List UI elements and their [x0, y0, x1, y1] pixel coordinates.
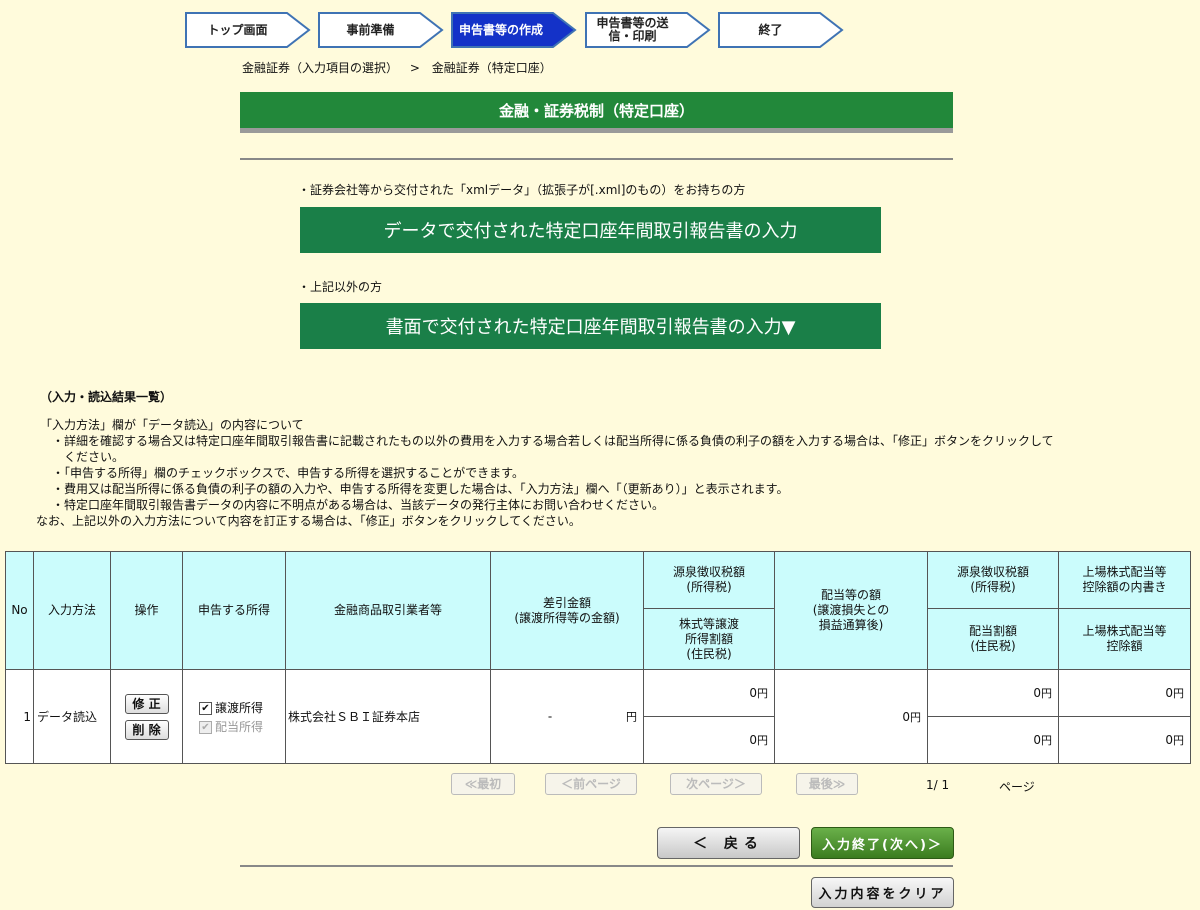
info-bullet-cont: ください。: [64, 450, 125, 464]
page-suffix: ページ: [999, 780, 1035, 794]
breadcrumb-current: 金融証券（特定口座）: [431, 61, 552, 75]
back-button[interactable]: ＜ 戻る: [657, 827, 800, 859]
cell-listed-dividend: 0: [1165, 686, 1173, 700]
col-transfer-resident-tax: 株式等譲渡 所得割額 (住民税): [643, 608, 775, 670]
first-page-button: ≪最初: [451, 773, 515, 795]
last-page-button: 最後≫: [796, 773, 858, 795]
step-label: トップ画面: [207, 22, 268, 37]
col-diff: 差引金額 (譲渡所得等の金額): [490, 551, 644, 670]
dividend-income-checkbox: ✔: [199, 720, 212, 734]
breadcrumb-separator: >: [409, 61, 420, 75]
info-bullet: ・「申告する所得」欄のチェックボックスで、申告する所得を選択することができます。: [52, 466, 524, 480]
delete-button[interactable]: 削 除: [124, 719, 169, 740]
yen-unit: 円: [910, 710, 921, 724]
col-withholding-income-tax-2: 源泉徴収税額 (所得税): [927, 551, 1059, 609]
step-label: 終了: [758, 22, 783, 37]
paper-input-button[interactable]: 書面で交付された特定口座年間取引報告書の入力▼: [300, 303, 881, 349]
yen-unit: 円: [757, 687, 768, 700]
cell-dividend: 0: [902, 709, 910, 724]
other-note: ・上記以外の方: [298, 280, 383, 294]
step-label: 事前準備: [346, 22, 395, 37]
result-table: No 入力方法 操作 申告する所得 金融商品取引業者等 差引金額 (譲渡所得等の…: [5, 551, 1191, 764]
cell-withholding-income-tax: 0: [749, 686, 757, 700]
step-label: 申告書等の作成: [458, 22, 543, 37]
col-income: 申告する所得: [182, 551, 286, 670]
masked-amount: [556, 707, 626, 726]
cell-withholding-income-tax-2: 0: [1033, 686, 1041, 700]
yen-unit: 円: [626, 710, 637, 723]
divider: [240, 158, 953, 160]
info-bullet: ・詳細を確認する場合又は特定口座年間取引報告書に記載されたもの以外の費用を入力す…: [52, 434, 1054, 448]
yen-unit: 円: [1041, 687, 1052, 700]
breadcrumb: 金融証券（入力項目の選択） > 金融証券（特定口座）: [242, 59, 560, 76]
page-indicator: 1/ 1: [926, 778, 950, 792]
info-tail: なお、上記以外の入力方法について内容を訂正する場合は、「修正」ボタンをクリックし…: [36, 514, 581, 528]
page-title: 金融・証券税制（特定口座）: [240, 92, 953, 133]
breadcrumb-item: 金融証券（入力項目の選択）: [242, 61, 399, 75]
table-row: 1 データ読込 修 正 削 除 ✔ 譲渡所得 ✔ 配当所得 株式会社ＳＢＩ証券本店 …: [5, 669, 1191, 764]
cell-method: データ読込: [33, 669, 111, 764]
yen-unit: 円: [1173, 734, 1184, 747]
col-no: No: [5, 551, 34, 670]
col-withholding-income-tax: 源泉徴収税額 (所得税): [643, 551, 775, 609]
result-section-title: （入力・読込結果一覧）: [40, 390, 173, 404]
divider: [240, 865, 953, 867]
prev-page-button: ＜前ページ: [545, 773, 637, 795]
dividend-income-label: 配当所得: [215, 719, 264, 734]
transfer-income-option[interactable]: ✔ 譲渡所得: [199, 699, 285, 716]
cell-listed-dividend-deduction: 0: [1165, 733, 1173, 747]
yen-unit: 円: [1173, 687, 1184, 700]
dividend-income-option: ✔ 配当所得: [199, 718, 285, 735]
transfer-income-label: 譲渡所得: [215, 700, 264, 715]
step-label: 申告書等の送信・印刷: [596, 16, 669, 43]
col-broker: 金融商品取引業者等: [285, 551, 491, 670]
col-dividend-resident-tax: 配当割額 (住民税): [927, 608, 1059, 670]
col-dividend: 配当等の額 (譲渡損失との 損益通算後): [774, 551, 928, 670]
col-ops: 操作: [110, 551, 183, 670]
cell-no: 1: [5, 669, 34, 764]
info-head: 「入力方法」欄が「データ読込」の内容について: [40, 418, 304, 432]
info-notes: 「入力方法」欄が「データ読込」の内容について ・詳細を確認する場合又は特定口座年…: [36, 417, 1160, 529]
yen-unit: 円: [1041, 734, 1052, 747]
cell-transfer-resident-tax: 0: [749, 733, 757, 747]
edit-button[interactable]: 修 正: [124, 693, 169, 714]
next-page-button: 次ページ＞: [670, 773, 762, 795]
info-bullet: ・特定口座年間取引報告書データの内容に不明点がある場合は、当該データの発行主体に…: [52, 498, 665, 512]
cell-dividend-resident-tax: 0: [1033, 733, 1041, 747]
info-bullet: ・費用又は配当所得に係る負債の利子の額の入力や、申告する所得を変更した場合は、「…: [52, 482, 789, 496]
diff-sign: -: [547, 709, 553, 723]
col-listed-dividend: 上場株式配当等 控除額の内書き: [1058, 551, 1191, 609]
yen-unit: 円: [757, 734, 768, 747]
clear-input-button[interactable]: 入力内容をクリア: [811, 877, 954, 908]
xml-note: ・証券会社等から交付された「xmlデータ」（拡張子が[.xml]のもの）をお持ち…: [298, 183, 746, 197]
cell-broker: 株式会社ＳＢＩ証券本店: [285, 669, 491, 764]
finish-input-next-button[interactable]: 入力終了(次へ)＞: [811, 827, 954, 859]
transfer-income-checkbox[interactable]: ✔: [199, 701, 212, 715]
data-input-button[interactable]: データで交付された特定口座年間取引報告書の入力: [300, 207, 881, 253]
col-method: 入力方法: [33, 551, 111, 670]
col-listed-dividend-deduction: 上場株式配当等 控除額: [1058, 608, 1191, 670]
